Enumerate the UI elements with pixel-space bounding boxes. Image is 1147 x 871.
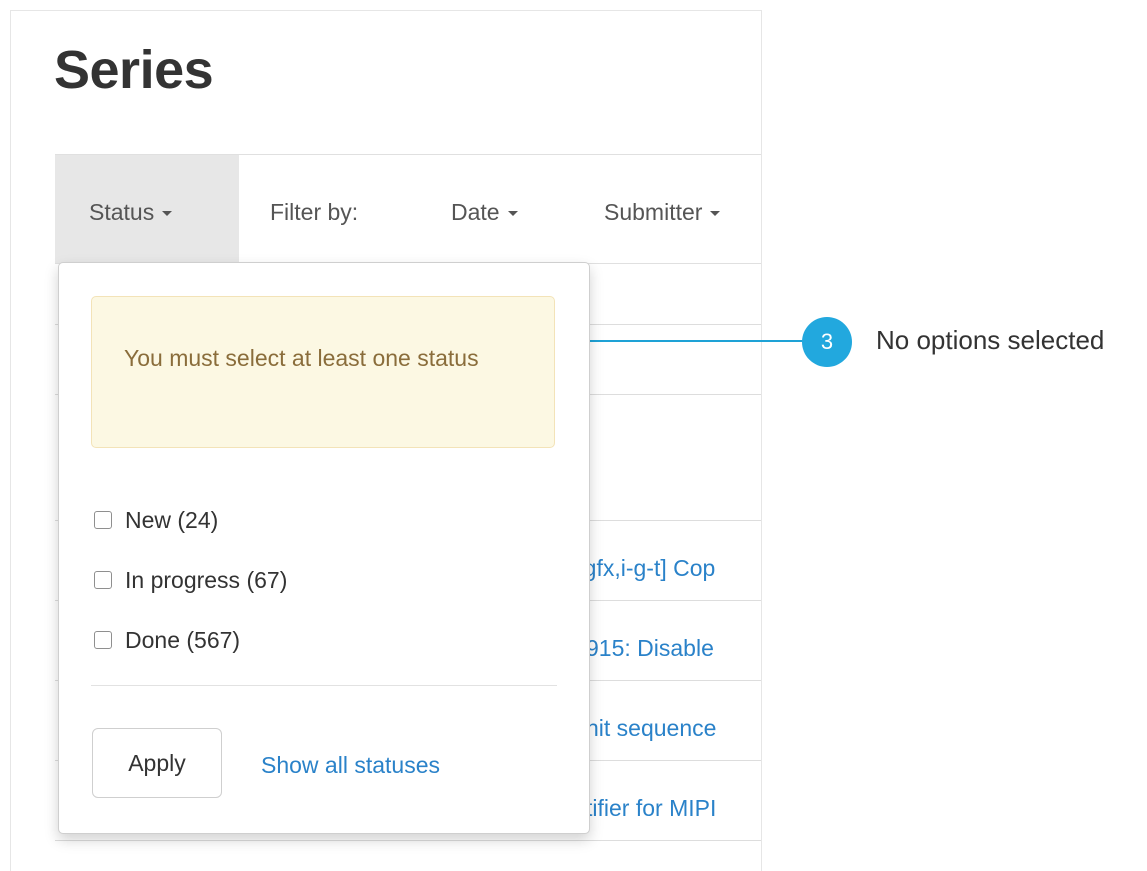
option-label: In progress (67) [125,567,288,593]
warning-alert: You must select at least one status [91,296,555,448]
option-label: New (24) [125,507,219,533]
callout-text: No options selected [876,325,1105,355]
status-option-done[interactable]: Done (567) [94,627,240,654]
chevron-down-icon [162,211,173,217]
table-row[interactable]: tifier for MIPI [586,795,716,822]
chevron-down-icon [507,211,518,217]
table-row[interactable]: nit sequence [586,715,716,742]
table-row[interactable]: -gfx,i-g-t] Cop [576,555,715,582]
status-option-in-progress[interactable]: In progress (67) [94,567,287,594]
callout-number-badge: 3 [802,317,852,367]
filter-bar: Status Filter by: Date Submitter [55,154,761,264]
status-dropdown: You must select at least one status New … [58,262,590,834]
status-filter-button[interactable]: Status [55,155,239,263]
option-label: Done (567) [125,627,241,653]
checkbox[interactable] [94,570,112,589]
table-row[interactable]: 915: Disable [586,635,714,662]
apply-button[interactable]: Apply [92,728,222,798]
filter-by-label: Filter by: [270,199,359,225]
checkbox[interactable] [94,510,112,529]
date-filter-button[interactable]: Date [451,199,518,226]
status-option-new[interactable]: New (24) [94,507,218,534]
dropdown-divider [91,685,557,686]
chevron-down-icon [710,211,721,217]
status-filter-label: Status [89,199,173,226]
submitter-filter-button[interactable]: Submitter [604,199,721,226]
checkbox[interactable] [94,630,112,649]
page-title: Series [54,40,214,100]
show-all-statuses-link[interactable]: Show all statuses [261,752,440,779]
table-row-line [55,840,761,841]
